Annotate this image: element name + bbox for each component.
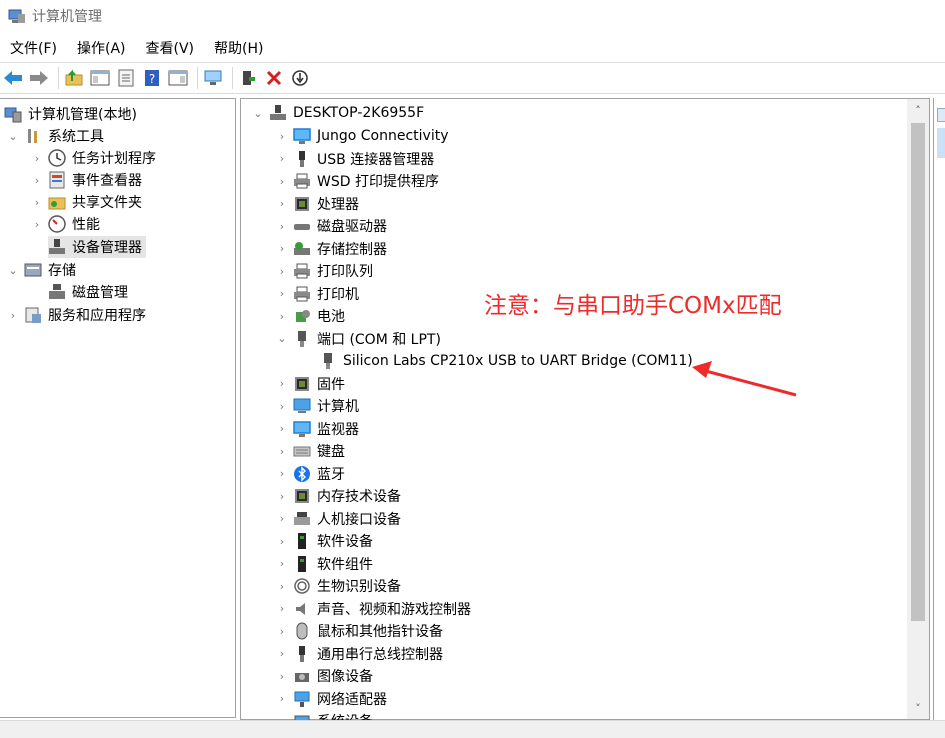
annotation-arrow bbox=[692, 361, 797, 397]
